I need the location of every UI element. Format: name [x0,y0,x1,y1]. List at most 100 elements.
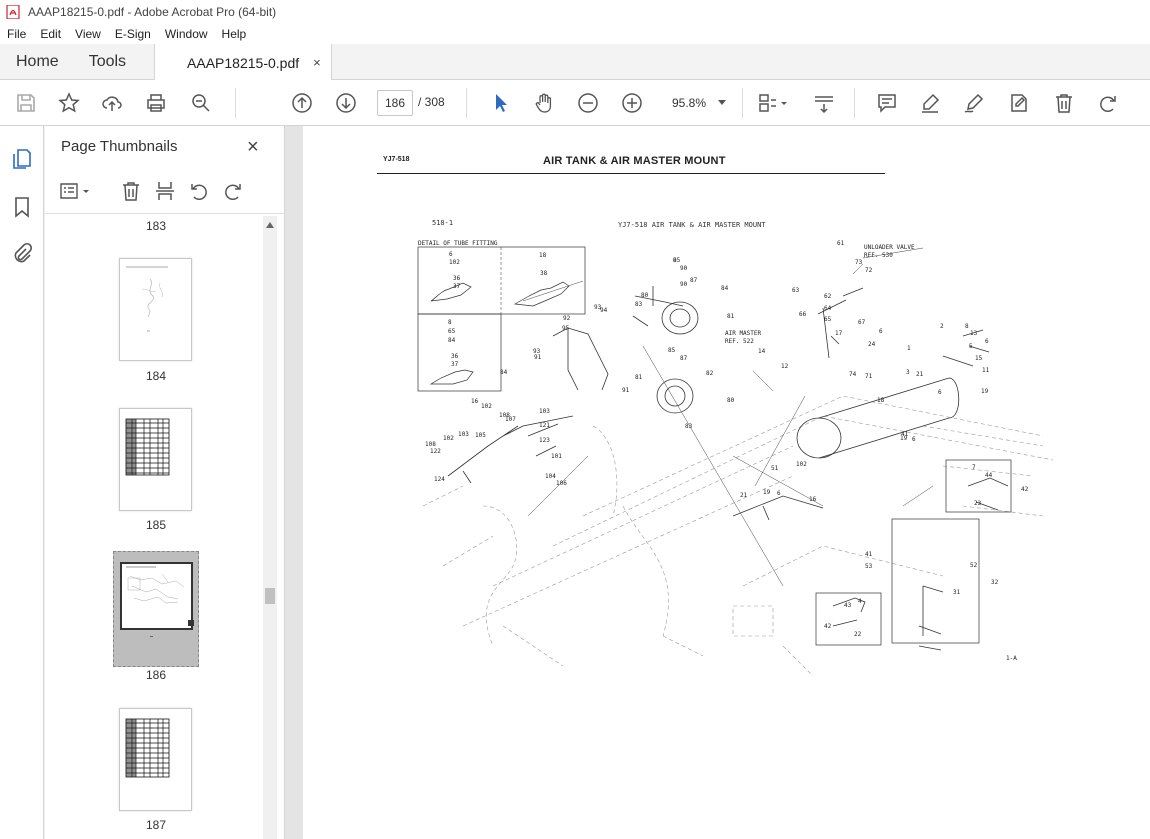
sign-icon[interactable] [962,91,986,115]
scroll-thumb[interactable] [265,588,275,604]
thumbnail-page-184[interactable] [119,258,192,361]
undo-icon[interactable] [1096,91,1120,115]
part-callout: 71 [865,373,873,380]
acrobat-logo-icon [6,5,20,19]
part-callout: 52 [970,562,978,569]
detail-a-callout: 6 [449,251,453,258]
part-callout: 103 [458,431,469,438]
part-callout: 17 [835,330,843,337]
thumbnail-page-186-selected[interactable] [113,551,199,667]
part-callout: 63 [792,287,800,294]
zoom-out-icon[interactable] [576,91,600,115]
menu-file[interactable]: File [0,27,33,41]
select-cursor-icon[interactable] [489,91,513,115]
part-callout: 41 [865,551,873,558]
part-callout: 105 [475,432,486,439]
part-callout: 18 [877,397,885,404]
menu-esign[interactable]: E-Sign [108,27,158,41]
panel-toolbar [45,174,285,214]
attachment-icon[interactable] [11,242,33,264]
menu-view[interactable]: View [68,27,108,41]
comment-icon[interactable] [875,91,899,115]
part-callout: 83 [685,423,693,430]
page-title: AIR TANK & AIR MASTER MOUNT [543,155,726,167]
save-icon[interactable] [14,91,38,115]
page-fit-icon[interactable] [755,91,779,115]
part-callout: 64 [824,305,832,312]
page-number-input[interactable]: 186 [377,90,413,116]
drawing-ref-code: 518-1 [432,219,453,227]
air-master-label: AIR MASTER [725,330,762,337]
thumbnail-options-icon[interactable] [59,180,91,202]
part-callout: 81 [635,374,643,381]
tab-document[interactable]: AAAP18215-0.pdf × [154,44,332,81]
part-callout: 106 [556,480,567,487]
scroll-up-icon[interactable] [266,222,274,228]
thumbnail-label: 187 [145,818,167,832]
rotate-ccw-icon[interactable] [188,180,210,202]
close-icon[interactable]: × [247,136,259,159]
tab-close-icon[interactable]: × [313,55,321,70]
menu-edit[interactable]: Edit [33,27,68,41]
part-callout: 73 [855,259,863,266]
toolbar: 186 / 308 95.8% [0,80,1150,126]
part-callout: 102 [443,435,454,442]
detail-c-callout: 65 [448,328,456,335]
part-callout: 12 [781,363,789,370]
tab-tools[interactable]: Tools [75,44,142,79]
thumbnail-scrollbar[interactable] [263,216,277,839]
delete-icon[interactable] [1052,91,1076,115]
page-up-icon[interactable] [290,91,314,115]
thumbnail-list: 183 184 185 186 187 [45,216,263,839]
bookmark-icon[interactable] [11,196,33,218]
part-callout: 102 [481,403,492,410]
page-code: YJ7-518 [383,156,410,163]
part-callout: 6 [777,490,781,497]
part-callout: 23 [974,500,982,507]
print-icon[interactable] [144,91,168,115]
scroll-mode-icon[interactable] [812,91,836,115]
search-zoom-icon[interactable] [189,91,213,115]
page-down-icon[interactable] [334,91,358,115]
delete-page-icon[interactable] [120,180,142,202]
part-callout: 72 [865,267,873,274]
zoom-select[interactable]: 95.8% [664,90,734,116]
part-callout: 91 [622,387,630,394]
page-thumbnails-icon[interactable] [11,148,33,170]
rotate-cw-icon[interactable] [222,180,244,202]
edit-text-icon[interactable] [1007,91,1031,115]
panel-title: Page Thumbnails [61,138,178,155]
part-callout: 121 [539,422,550,429]
part-callout: 51 [771,465,779,472]
part-callout: 3 [906,369,910,376]
thumbnail-page-185[interactable] [119,408,192,511]
part-callout: 108 [425,441,436,448]
thumbnail-page-187[interactable] [119,708,192,811]
part-callout: 43 [844,602,852,609]
part-callout: 2 [940,323,944,330]
hand-icon[interactable] [532,91,556,115]
detail-c-callout: 84 [448,337,456,344]
part-callout: 22 [854,631,862,638]
highlight-icon[interactable] [918,91,942,115]
page-fit-chevron-icon[interactable] [779,91,789,115]
extract-page-icon[interactable] [154,180,176,202]
part-callout: 9 [673,257,677,264]
part-callout: 8 [965,323,969,330]
thumbnail-label: 183 [145,219,167,233]
zoom-in-icon[interactable] [620,91,644,115]
menu-help[interactable]: Help [215,27,254,41]
upload-icon[interactable] [100,91,124,115]
drawing-footer-code: 1-A [1006,655,1017,662]
menu-window[interactable]: Window [158,27,215,41]
part-callout: 74 [849,371,857,378]
document-view[interactable]: YJ7-518 AIR TANK & AIR MASTER MOUNT 518-… [285,126,1150,839]
part-callout: 101 [551,453,562,460]
part-callout: 4 [858,598,862,605]
bookmark-star-icon[interactable] [57,91,81,115]
tab-home[interactable]: Home [0,44,75,79]
part-callout: 14 [758,348,766,355]
part-callout: 42 [1021,486,1029,493]
part-callout: 80 [641,292,649,299]
part-callout: 1 [907,345,911,352]
